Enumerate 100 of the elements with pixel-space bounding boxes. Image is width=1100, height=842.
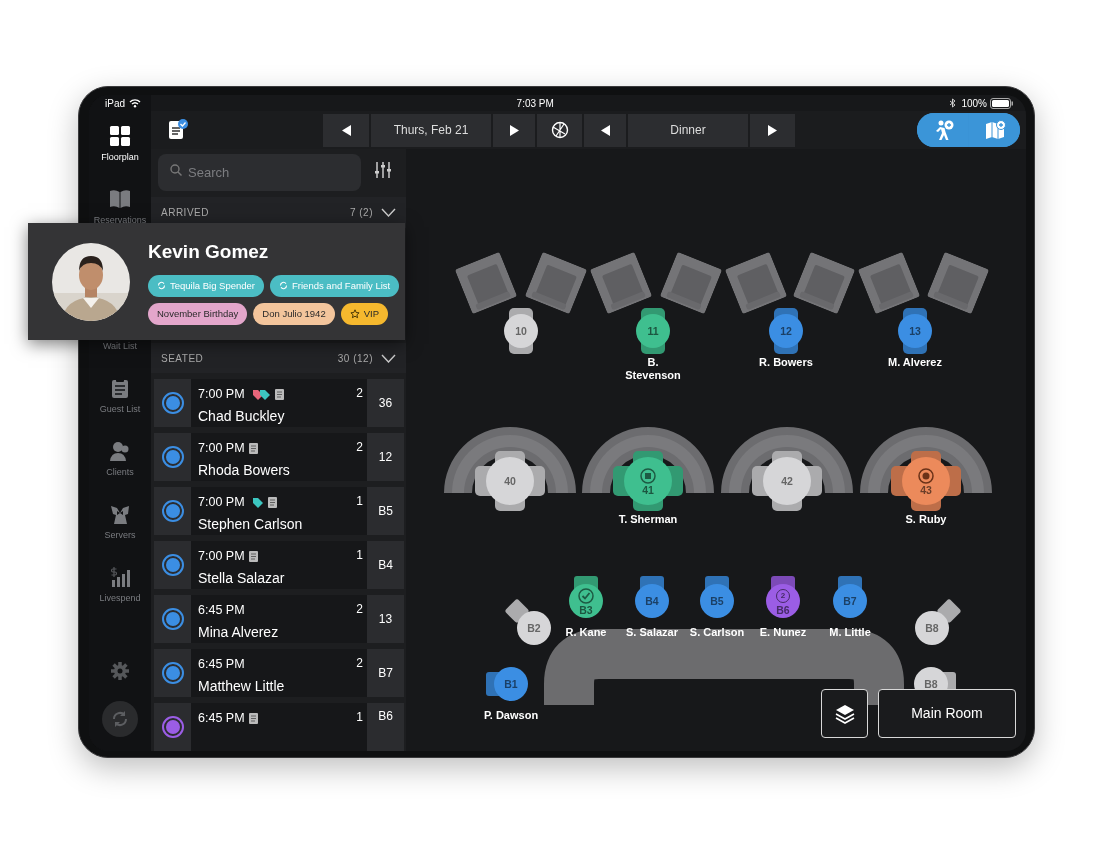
table-circle[interactable]: [763, 457, 811, 505]
reservation-row[interactable]: 7:00 PM Rhoda Bowers 2: [191, 433, 367, 482]
party-size: 2: [356, 385, 363, 403]
livespend-icon[interactable]: [109, 566, 131, 588]
reservation-row[interactable]: 6:45 PM Mina Alverez 2: [191, 595, 367, 644]
date-button[interactable]: Thurs, Feb 21: [371, 113, 491, 147]
battery-level: 100%: [961, 96, 987, 111]
clipboard-icon[interactable]: [109, 377, 131, 399]
status-button[interactable]: [154, 487, 191, 536]
reservation-row[interactable]: 7:00 PM Chad Buckley 2: [191, 379, 367, 428]
status-icon: [161, 608, 184, 631]
table-circle[interactable]: [486, 457, 534, 505]
guest-name: M. Alverez: [887, 356, 943, 369]
compass-icon: [550, 121, 569, 139]
table-circle[interactable]: [898, 314, 932, 348]
table-circle[interactable]: [624, 457, 672, 505]
section-count: 7 (2): [349, 205, 373, 220]
previous-button[interactable]: [323, 113, 369, 147]
guest-name: Stephen Carlson: [198, 515, 304, 535]
table-number: 10: [514, 325, 528, 337]
guest-name: Matthew Little: [198, 676, 286, 696]
sidebar-item[interactable]: Clients: [106, 466, 134, 480]
sidebar-item[interactable]: Guest List: [99, 403, 141, 417]
guest-name: R. Kane: [564, 626, 608, 639]
guest-tag: VIP: [340, 302, 388, 325]
status-button[interactable]: [154, 703, 191, 751]
guest-name: Stella Salazar: [198, 569, 286, 588]
previous-button[interactable]: [584, 113, 626, 147]
check-icon: [578, 588, 594, 604]
section-title: SEATED: [161, 351, 204, 366]
book-icon[interactable]: [109, 188, 131, 210]
note-icon: [640, 468, 656, 484]
layers-button[interactable]: [821, 689, 868, 738]
table-circle[interactable]: [833, 584, 867, 618]
guest-name: S. Salazar: [625, 626, 679, 639]
table-circle[interactable]: [915, 611, 949, 645]
table-number: B4: [367, 541, 404, 590]
sidebar-item[interactable]: Wait List: [102, 340, 138, 354]
reservation-time: 6:45 PM: [198, 602, 245, 620]
table-number: B6: [775, 604, 791, 616]
status-icon: [161, 716, 184, 739]
status-button[interactable]: [154, 541, 191, 590]
refresh-button[interactable]: [102, 701, 138, 737]
next-icon: [768, 124, 777, 136]
table-circle[interactable]: [902, 457, 950, 505]
table-number: B1: [503, 678, 519, 690]
chevron-down-icon[interactable]: [381, 353, 396, 363]
vest-icon[interactable]: [109, 503, 131, 525]
reservation-row[interactable]: 7:00 PM Stella Salazar 1: [191, 541, 367, 590]
next-icon: [509, 124, 519, 136]
reservation-row[interactable]: 7:00 PM Stephen Carlson 1: [191, 487, 367, 536]
status-icon: [161, 446, 184, 469]
room-menu[interactable]: Main Room: [878, 689, 1016, 738]
status-button[interactable]: [154, 433, 191, 482]
compass-button[interactable]: [537, 113, 582, 147]
sidebar-item[interactable]: Floorplan: [101, 151, 139, 165]
guest-name: R. Bowers: [758, 356, 814, 369]
table-number: B5: [709, 595, 725, 607]
document-check-icon[interactable]: [167, 119, 189, 141]
guest-name: Kevin Gomez: [148, 240, 270, 264]
reservation-row[interactable]: 6:45 PM 1: [191, 703, 367, 751]
table-number: 12: [779, 325, 793, 337]
status-time: 7:03 PM: [516, 97, 554, 109]
party-size: 2: [356, 439, 363, 457]
guest-name: Chad Buckley: [198, 407, 286, 427]
table-circle[interactable]: [504, 314, 538, 348]
sidebar-item[interactable]: Livespend: [99, 592, 141, 606]
reservation-time: 6:45 PM: [198, 656, 245, 674]
status-button[interactable]: [154, 379, 191, 428]
status-button[interactable]: [154, 595, 191, 644]
table-number: B8: [923, 678, 939, 690]
guest-tag: Friends and Family List: [270, 274, 400, 297]
table-circle[interactable]: [494, 667, 528, 701]
target-icon: [918, 468, 934, 484]
table-circle[interactable]: [636, 314, 670, 348]
settings-icon[interactable]: [110, 661, 130, 681]
search-field[interactable]: Search: [158, 154, 361, 191]
sidebar-item[interactable]: Servers: [104, 529, 136, 543]
filter-icon[interactable]: [373, 160, 393, 180]
sync-icon: [157, 281, 166, 291]
table-number: 36: [367, 379, 404, 428]
table-circle[interactable]: [700, 584, 734, 618]
table-number: 13: [367, 595, 404, 644]
floorplan-icon[interactable]: [109, 125, 131, 147]
clients-icon[interactable]: [109, 440, 131, 462]
table-circle[interactable]: [569, 584, 603, 618]
table-circle[interactable]: [769, 314, 803, 348]
reservation-row[interactable]: 6:45 PM Matthew Little 2: [191, 649, 367, 698]
service-button[interactable]: Dinner: [628, 113, 748, 147]
guest-name: B. Stevenson: [624, 356, 682, 382]
table-number: B8: [924, 622, 940, 634]
status-button[interactable]: [154, 649, 191, 698]
reservation-time: 7:00 PM: [198, 548, 245, 566]
chevron-down-icon[interactable]: [381, 207, 396, 217]
reservation-time: 7:00 PM: [198, 440, 245, 458]
table-circle[interactable]: [517, 611, 551, 645]
next-button[interactable]: [750, 113, 795, 147]
table-number: B7: [367, 649, 404, 698]
next-button[interactable]: [493, 113, 535, 147]
table-circle[interactable]: [635, 584, 669, 618]
